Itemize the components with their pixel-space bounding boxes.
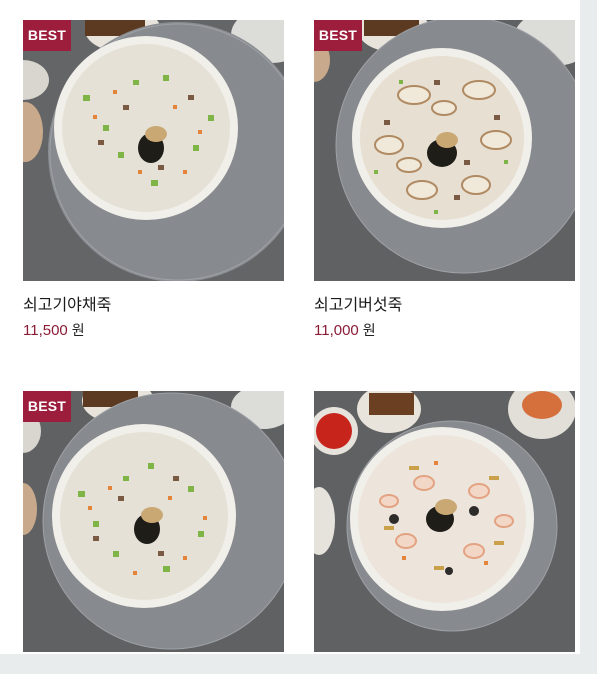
- product-image[interactable]: [314, 391, 575, 652]
- price-value: 11,500: [23, 322, 68, 339]
- price-currency: 원: [71, 323, 85, 339]
- price-value: 11,000: [314, 322, 359, 339]
- product-card[interactable]: BEST 쇠고기버섯죽 11,000 원: [314, 20, 575, 341]
- product-grid: BEST 쇠고기야채죽 11,500 원 BEST 쇠고기버섯죽 11,000 …: [0, 0, 580, 654]
- product-image[interactable]: BEST: [23, 391, 284, 652]
- best-badge: BEST: [23, 391, 71, 422]
- product-card[interactable]: BEST: [23, 391, 284, 652]
- product-price: 11,500 원: [23, 321, 284, 341]
- product-image[interactable]: BEST: [23, 20, 284, 281]
- product-price: 11,000 원: [314, 321, 575, 341]
- best-badge: BEST: [314, 20, 362, 51]
- product-card[interactable]: [314, 391, 575, 652]
- product-name[interactable]: 쇠고기야채죽: [23, 295, 284, 315]
- best-badge: BEST: [23, 20, 71, 51]
- product-name[interactable]: 쇠고기버섯죽: [314, 295, 575, 315]
- scrollbar-track[interactable]: [580, 0, 597, 674]
- product-card[interactable]: BEST 쇠고기야채죽 11,500 원: [23, 20, 284, 341]
- price-currency: 원: [362, 323, 376, 339]
- product-image[interactable]: BEST: [314, 20, 575, 281]
